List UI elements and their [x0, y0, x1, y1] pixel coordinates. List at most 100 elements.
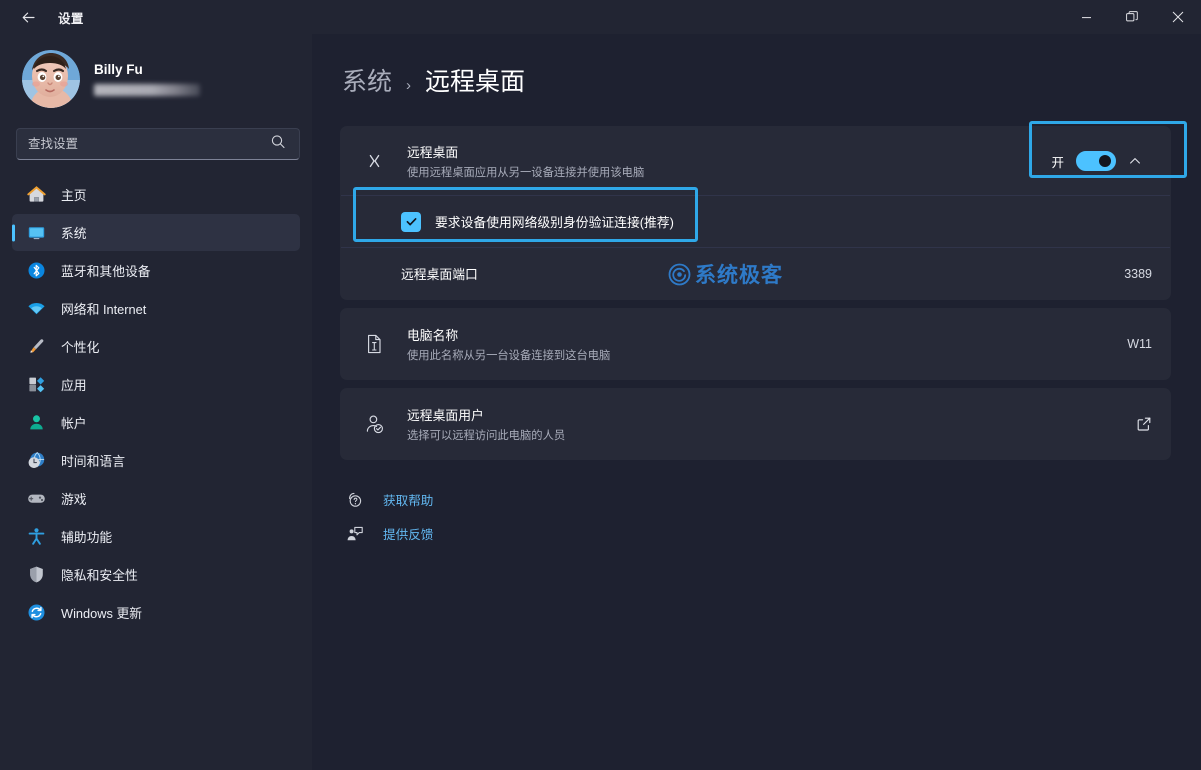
remote-desktop-controls: 开 [1041, 144, 1152, 178]
sidebar-item-apps[interactable]: 应用 [12, 366, 300, 403]
apps-icon [26, 375, 46, 395]
bluetooth-icon [26, 261, 46, 281]
window-controls [1063, 0, 1201, 34]
remote-desktop-subtitle: 使用远程桌面应用从另一设备连接并使用该电脑 [407, 167, 645, 179]
remote-desktop-title: 远程桌面 [407, 145, 459, 160]
privacy-security-icon [26, 565, 46, 585]
port-label: 远程桌面端口 [401, 267, 478, 282]
minimize-button[interactable] [1063, 0, 1109, 34]
close-button[interactable] [1155, 0, 1201, 34]
sidebar: Billy Fu 查找设置 主页 系统 蓝牙和其他设备 网络和 Internet… [0, 34, 312, 770]
toggle-state-label: 开 [1051, 155, 1064, 170]
sidebar-item-personalization[interactable]: 个性化 [12, 328, 300, 365]
sidebar-item-label: Windows 更新 [61, 606, 143, 621]
feedback-icon [346, 525, 364, 543]
nla-checkbox-group[interactable]: 要求设备使用网络级别身份验证连接(推荐) [401, 211, 674, 232]
title-bar: 设置 [0, 0, 1201, 34]
remote-desktop-users-title: 远程桌面用户 [407, 408, 484, 423]
remote-desktop-toggle[interactable] [1076, 151, 1116, 171]
sidebar-item-label: 网络和 Internet [61, 302, 147, 317]
sidebar-item-label: 系统 [61, 226, 87, 241]
get-help-label: 获取帮助 [383, 494, 434, 508]
sidebar-item-system[interactable]: 系统 [12, 214, 300, 251]
back-arrow-icon [22, 12, 35, 22]
remote-desktop-texts: 远程桌面 使用远程桌面应用从另一设备连接并使用该电脑 [407, 142, 644, 180]
remote-desktop-users-action[interactable] [1136, 416, 1152, 432]
computer-name-texts: 电脑名称 使用此名称从另一台设备连接到这台电脑 [407, 325, 610, 363]
nla-label: 要求设备使用网络级别身份验证连接(推荐) [435, 215, 674, 230]
content-area: 系统 › 远程桌面 远程桌面 使用远程桌面应用从另一设备连接并使用该电脑 开 要… [312, 34, 1201, 770]
sidebar-item-privacy-security[interactable]: 隐私和安全性 [12, 556, 300, 593]
sidebar-item-bluetooth[interactable]: 蓝牙和其他设备 [12, 252, 300, 289]
computer-name-value-wrap: W11 [1127, 337, 1152, 351]
sidebar-item-time-language[interactable]: 时间和语言 [12, 442, 300, 479]
home-icon [26, 185, 46, 205]
give-feedback-label: 提供反馈 [383, 528, 434, 542]
gaming-icon [26, 489, 46, 509]
sidebar-item-windows-update[interactable]: Windows 更新 [12, 594, 300, 631]
nla-checkbox[interactable] [401, 211, 421, 232]
sidebar-item-label: 应用 [61, 378, 87, 393]
time-language-icon [26, 451, 46, 471]
external-link-icon[interactable] [1136, 416, 1152, 432]
close-icon [1172, 11, 1184, 23]
sidebar-item-accessibility[interactable]: 辅助功能 [12, 518, 300, 555]
profile-name: Billy Fu [94, 62, 143, 77]
user-profile[interactable]: Billy Fu [12, 34, 300, 122]
remote-desktop-users-row[interactable]: 远程桌面用户 选择可以远程访问此电脑的人员 [341, 389, 1170, 459]
window-title: 设置 [58, 11, 84, 26]
port-value-wrap: 3389 [1124, 267, 1152, 281]
search-input[interactable] [16, 128, 300, 160]
back-button[interactable] [6, 1, 50, 33]
sidebar-item-gaming[interactable]: 游戏 [12, 480, 300, 517]
sidebar-item-label: 主页 [61, 188, 87, 203]
sidebar-item-accounts[interactable]: 帐户 [12, 404, 300, 441]
breadcrumb-current: 远程桌面 [425, 68, 526, 96]
accounts-icon [26, 413, 46, 433]
rename-document-icon [357, 332, 391, 356]
help-icon [346, 491, 364, 509]
settings-window: 设置 Billy Fu 查找设置 主页 系统 蓝牙和其他设备 网络和 Inter… [0, 0, 1201, 770]
user-check-icon [357, 412, 391, 436]
remote-desktop-row[interactable]: 远程桌面 使用远程桌面应用从另一设备连接并使用该电脑 开 [341, 127, 1170, 195]
system-icon [26, 223, 46, 243]
breadcrumb-parent[interactable]: 系统 [342, 62, 392, 98]
computer-name-title: 电脑名称 [407, 328, 459, 343]
sidebar-item-network[interactable]: 网络和 Internet [12, 290, 300, 327]
get-help-link[interactable]: 获取帮助 [346, 490, 1171, 509]
check-icon [406, 218, 416, 226]
personalization-icon [26, 337, 46, 357]
computer-name-card: 电脑名称 使用此名称从另一台设备连接到这台电脑 W11 [340, 308, 1171, 380]
avatar-image [22, 50, 80, 108]
sidebar-item-label: 个性化 [61, 340, 100, 355]
minimize-icon [1081, 16, 1091, 18]
remote-desktop-icon [357, 149, 391, 173]
sidebar-item-label: 时间和语言 [61, 454, 125, 469]
restore-button[interactable] [1109, 0, 1155, 34]
breadcrumb-separator-icon: › [406, 77, 412, 94]
remote-desktop-card: 远程桌面 使用远程桌面应用从另一设备连接并使用该电脑 开 要求设备使用网络级别身… [340, 126, 1171, 300]
nla-row[interactable]: 要求设备使用网络级别身份验证连接(推荐) [341, 195, 1170, 247]
sidebar-item-label: 帐户 [61, 416, 87, 431]
remote-desktop-users-card: 远程桌面用户 选择可以远程访问此电脑的人员 [340, 388, 1171, 460]
network-icon [26, 299, 46, 319]
search-container [16, 128, 300, 160]
remote-desktop-toggle-group[interactable]: 开 [1041, 144, 1152, 178]
profile-text: Billy Fu [94, 62, 200, 96]
chevron-up-icon[interactable] [1128, 154, 1142, 168]
avatar [22, 50, 80, 108]
give-feedback-link[interactable]: 提供反馈 [346, 524, 1171, 543]
toggle-knob [1099, 155, 1111, 167]
footer-links: 获取帮助 提供反馈 [340, 490, 1171, 543]
sidebar-item-label: 蓝牙和其他设备 [61, 264, 151, 279]
sidebar-item-home[interactable]: 主页 [12, 176, 300, 213]
windows-update-icon [26, 603, 46, 623]
restore-icon [1126, 11, 1138, 22]
sidebar-item-label: 游戏 [61, 492, 87, 507]
sidebar-item-label: 隐私和安全性 [61, 568, 138, 583]
computer-name-value: W11 [1127, 337, 1152, 351]
port-value: 3389 [1124, 266, 1152, 281]
remote-desktop-port-row: 远程桌面端口 3389 [341, 247, 1170, 299]
computer-name-row[interactable]: 电脑名称 使用此名称从另一台设备连接到这台电脑 W11 [341, 309, 1170, 379]
computer-name-subtitle: 使用此名称从另一台设备连接到这台电脑 [407, 350, 611, 362]
